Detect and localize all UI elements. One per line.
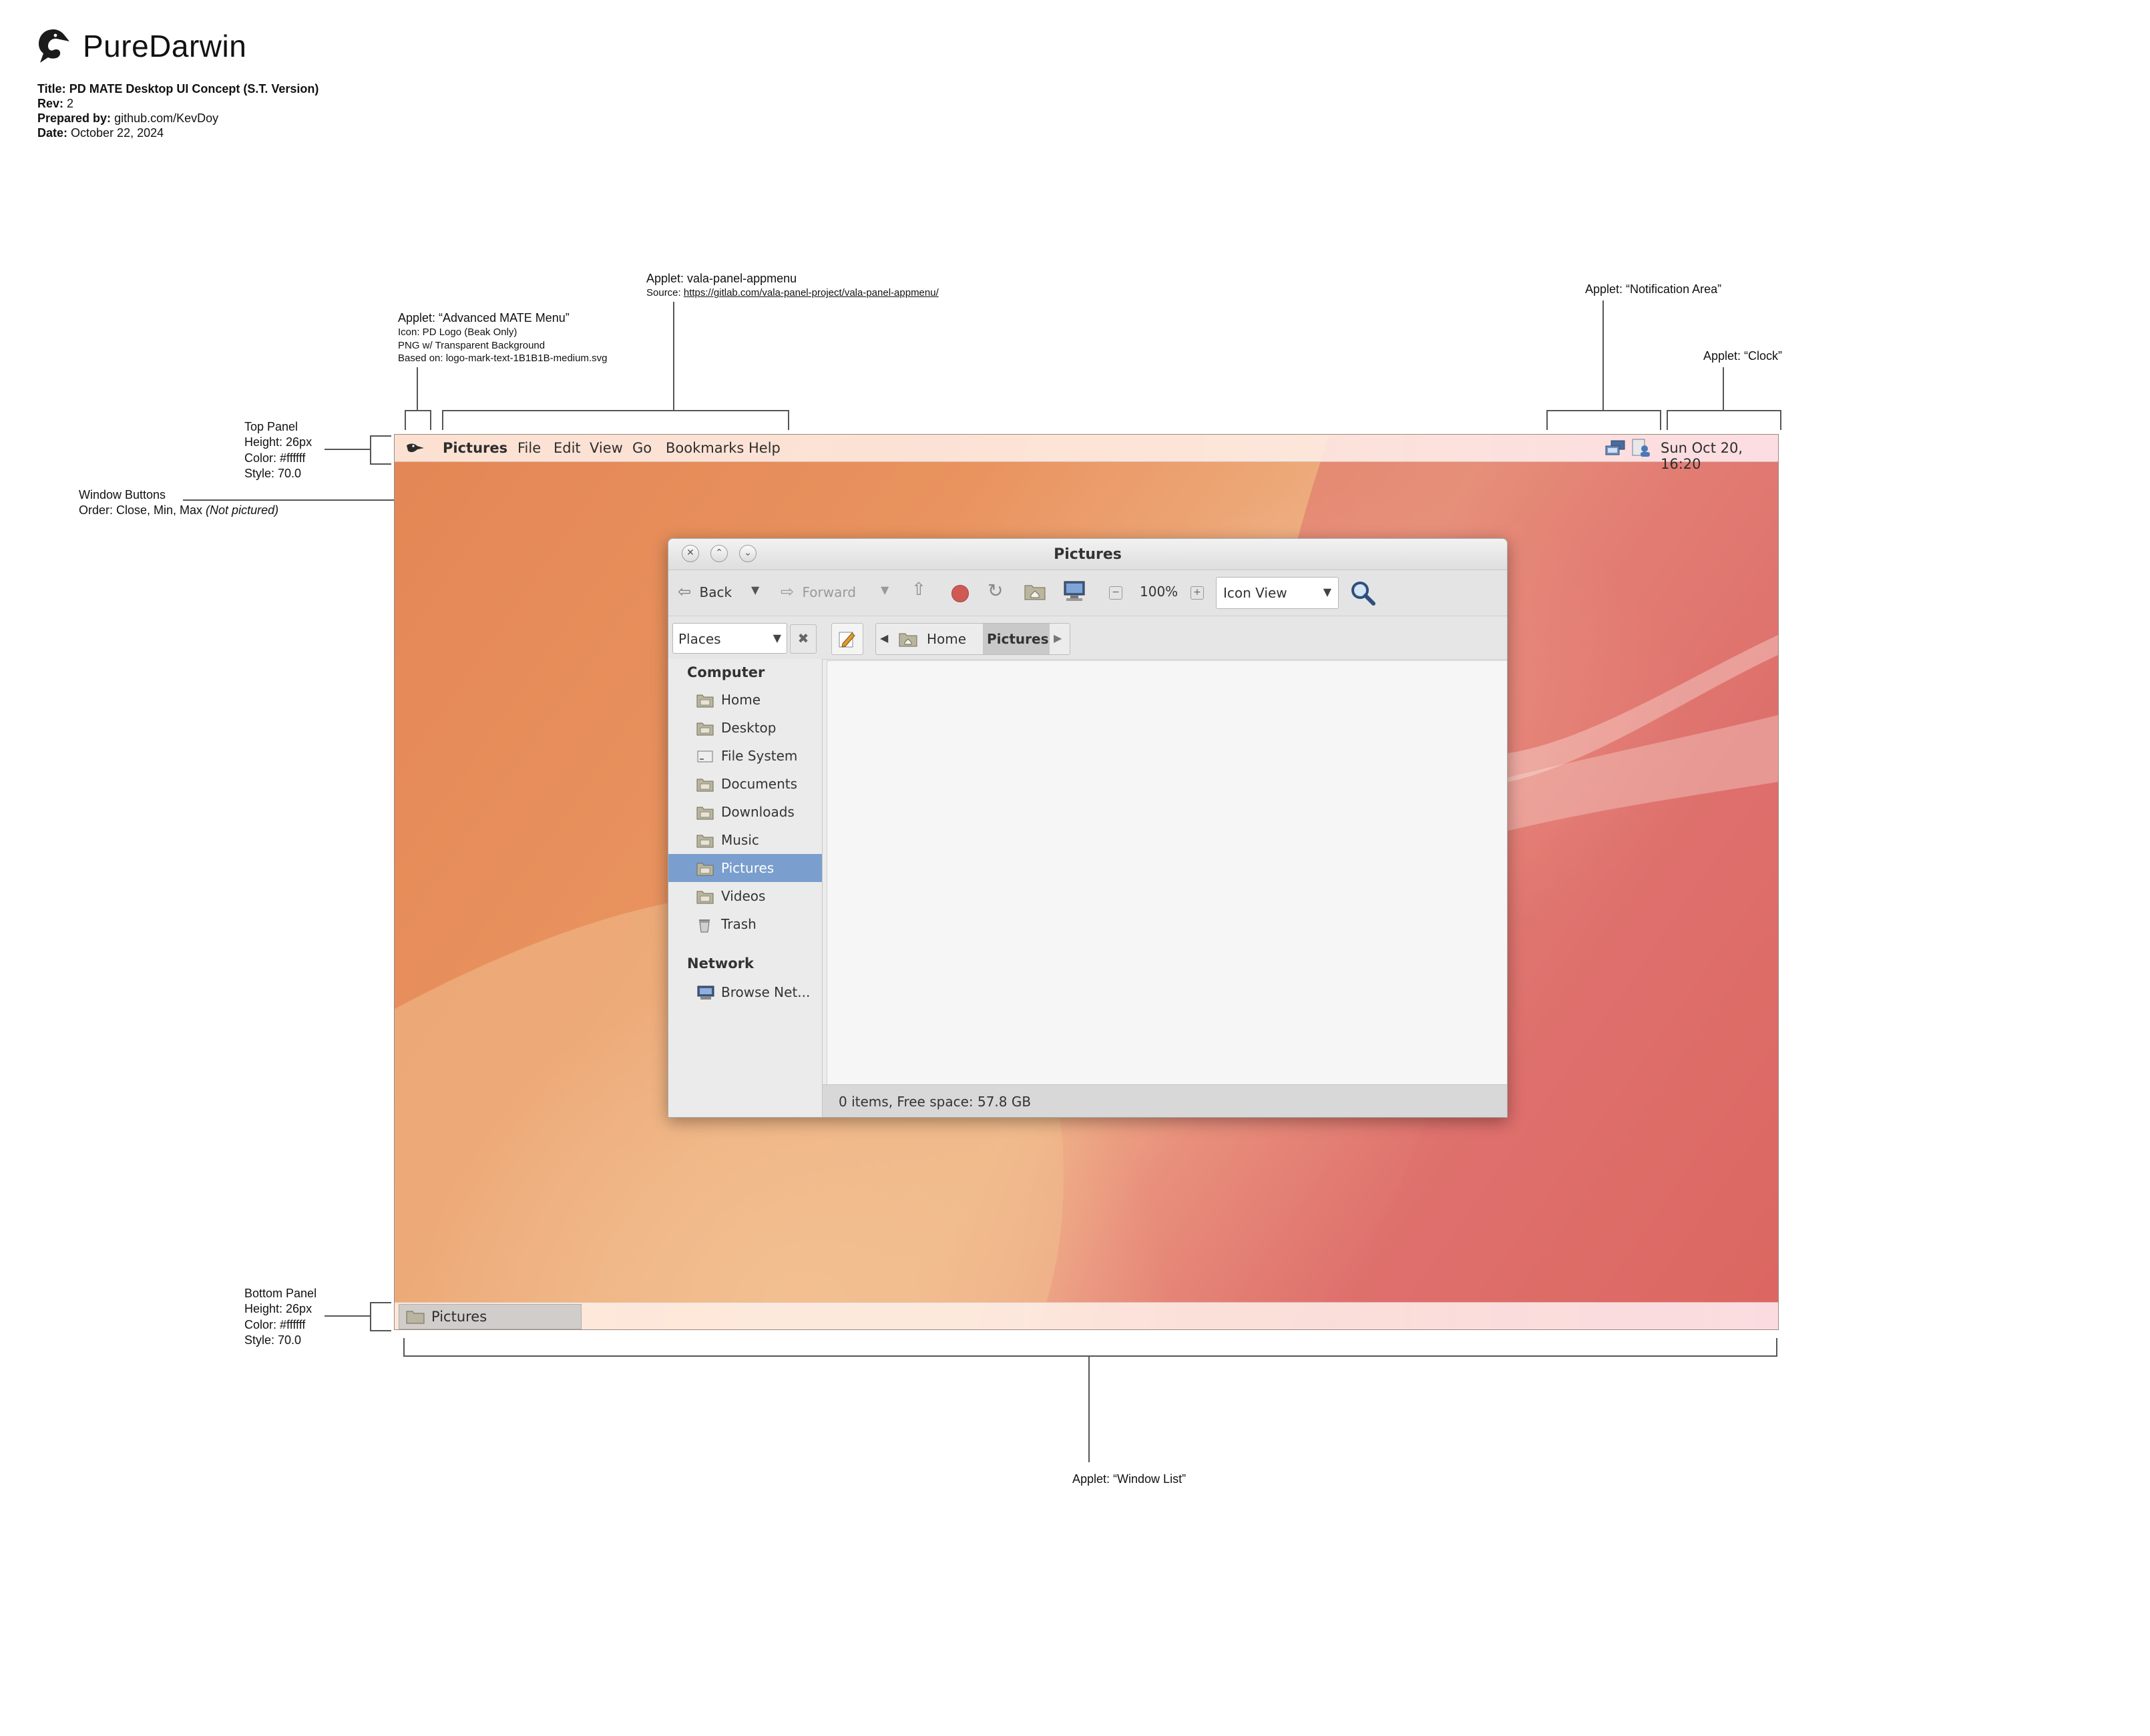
appmenu-app-name[interactable]: Pictures <box>443 440 507 456</box>
file-view-area[interactable] <box>827 660 1507 1084</box>
home-folder-icon[interactable] <box>1024 582 1046 604</box>
annotation-appmenu: Applet: vala-panel-appmenu Source: https… <box>646 272 939 299</box>
forward-arrow-icon: ⇨ <box>781 582 795 601</box>
computer-icon[interactable] <box>1062 580 1086 606</box>
clock[interactable]: Sun Oct 20, 16:20 <box>1661 440 1778 472</box>
menu-go[interactable]: Go <box>632 440 652 456</box>
mate-menu-beak-icon[interactable] <box>405 440 425 459</box>
toolbar: ⇦ Back ▼ ⇨ Forward ▼ ⇧ ↻ − 100% + Icon V… <box>668 570 1507 616</box>
edit-location-icon[interactable] <box>831 623 863 655</box>
search-icon[interactable] <box>1349 580 1376 610</box>
annotation-mate-menu: Applet: “Advanced MATE Menu” Icon: PD Lo… <box>398 311 608 365</box>
annotation-bottom-panel: Bottom Panel Height: 26px Color: #ffffff… <box>244 1287 317 1347</box>
folder-icon <box>696 777 714 795</box>
status-text: 0 items, Free space: 57.8 GB <box>839 1094 1032 1110</box>
back-history-dropdown[interactable]: ▼ <box>751 584 759 596</box>
folder-icon <box>696 805 714 823</box>
folder-icon <box>406 1311 425 1324</box>
network-status-icon[interactable] <box>1604 439 1626 460</box>
home-folder-icon <box>899 633 917 647</box>
folder-icon <box>696 861 714 879</box>
puredarwin-wordmark: PureDarwin <box>83 29 247 63</box>
places-sidebar: Computer Home Desktop File System Documents… <box>668 659 823 1117</box>
drive-icon <box>696 749 714 767</box>
meta-date: Date: October 22, 2024 <box>37 126 164 140</box>
window-list-task-pictures[interactable]: Pictures <box>399 1304 582 1329</box>
meta-rev: Rev: 2 <box>37 97 74 110</box>
folder-icon <box>696 721 714 739</box>
sidebar-item-browse-network[interactable]: Browse Net... <box>668 978 822 1006</box>
menu-edit[interactable]: Edit <box>554 440 581 456</box>
meta-title: Title: PD MATE Desktop UI Concept (S.T. … <box>37 82 319 95</box>
trash-icon <box>696 917 712 937</box>
sidebar-item-trash[interactable]: Trash <box>668 910 822 938</box>
meta-prepared: Prepared by: github.com/KevDoy <box>37 112 219 125</box>
sidebar-item-downloads[interactable]: Downloads <box>668 798 822 826</box>
breadcrumb-left-icon[interactable]: ◀ <box>880 632 888 644</box>
up-arrow-icon[interactable]: ⇧ <box>911 580 926 600</box>
stop-icon[interactable] <box>951 585 969 602</box>
chevron-down-icon: ▼ <box>773 632 781 644</box>
folder-icon <box>696 833 714 851</box>
crumb-pictures[interactable]: Pictures <box>983 624 1050 654</box>
top-panel: Pictures File Edit View Go Bookmarks Hel… <box>395 435 1778 472</box>
desktop[interactable]: Pictures File Edit View Go Bookmarks Hel… <box>394 434 1779 1330</box>
zoom-in-icon[interactable]: + <box>1191 586 1204 600</box>
puredarwin-logo-icon <box>33 27 75 69</box>
forward-history-dropdown[interactable]: ▼ <box>881 584 889 596</box>
back-button[interactable]: ⇦ Back <box>678 582 732 601</box>
crumb-home[interactable]: Home <box>896 624 976 654</box>
sidebar-header-computer: Computer <box>687 664 765 680</box>
annotation-window-list: Applet: “Window List” <box>1072 1472 1187 1486</box>
sidebar-item-documents[interactable]: Documents <box>668 770 822 798</box>
reload-icon[interactable]: ↻ <box>988 580 1003 602</box>
sidebar-item-home[interactable]: Home <box>668 686 822 714</box>
annotation-window-buttons: Window Buttons Order: Close, Min, Max (N… <box>79 488 279 517</box>
annotation-top-panel: Top Panel Height: 26px Color: #ffffff St… <box>244 420 312 481</box>
network-icon <box>696 986 715 1004</box>
user-status-icon[interactable] <box>1631 438 1653 461</box>
status-bar: 0 items, Free space: 57.8 GB <box>823 1084 1507 1117</box>
sidebar-item-pictures[interactable]: Pictures <box>668 854 822 882</box>
folder-icon <box>696 693 714 711</box>
menu-help[interactable]: Help <box>748 440 781 456</box>
menu-view[interactable]: View <box>590 440 623 456</box>
sidebar-item-videos[interactable]: Videos <box>668 882 822 910</box>
menu-bookmarks[interactable]: Bookmarks <box>666 440 744 456</box>
chevron-down-icon: ▼ <box>1323 586 1331 598</box>
close-sidebar-icon[interactable]: ✖ <box>790 624 817 654</box>
doc-meta: Title: PD MATE Desktop UI Concept (S.T. … <box>37 81 318 140</box>
file-manager-window: ✕ ⌃ ⌄ Pictures ⇦ Back ▼ ⇨ Forward ▼ ⇧ ↻ <box>668 538 1508 1118</box>
annotation-notification: Applet: “Notification Area” <box>1585 282 1722 296</box>
sidebar-mode-select[interactable]: Places ▼ <box>672 623 787 654</box>
forward-button[interactable]: ⇨ Forward <box>781 582 856 601</box>
zoom-level: 100% <box>1140 584 1178 600</box>
zoom-out-icon[interactable]: − <box>1109 586 1122 600</box>
location-bar: Places ▼ ✖ ◀ Home Pictures ▶ <box>668 616 1507 660</box>
sidebar-item-music[interactable]: Music <box>668 826 822 854</box>
bottom-panel: Pictures <box>395 1302 1778 1329</box>
sidebar-item-file-system[interactable]: File System <box>668 742 822 770</box>
breadcrumb-right-icon[interactable]: ▶ <box>1054 632 1062 644</box>
view-mode-select[interactable]: Icon View ▼ <box>1216 577 1339 609</box>
window-titlebar[interactable]: ✕ ⌃ ⌄ Pictures <box>668 539 1507 570</box>
menu-file[interactable]: File <box>517 440 541 456</box>
back-arrow-icon: ⇦ <box>678 582 692 601</box>
sidebar-header-network: Network <box>687 955 755 971</box>
folder-icon <box>696 889 714 907</box>
window-title: Pictures <box>1054 546 1122 563</box>
annotation-clock: Applet: “Clock” <box>1703 349 1783 363</box>
breadcrumb: ◀ Home Pictures ▶ <box>875 623 1070 655</box>
sidebar-item-desktop[interactable]: Desktop <box>668 714 822 742</box>
